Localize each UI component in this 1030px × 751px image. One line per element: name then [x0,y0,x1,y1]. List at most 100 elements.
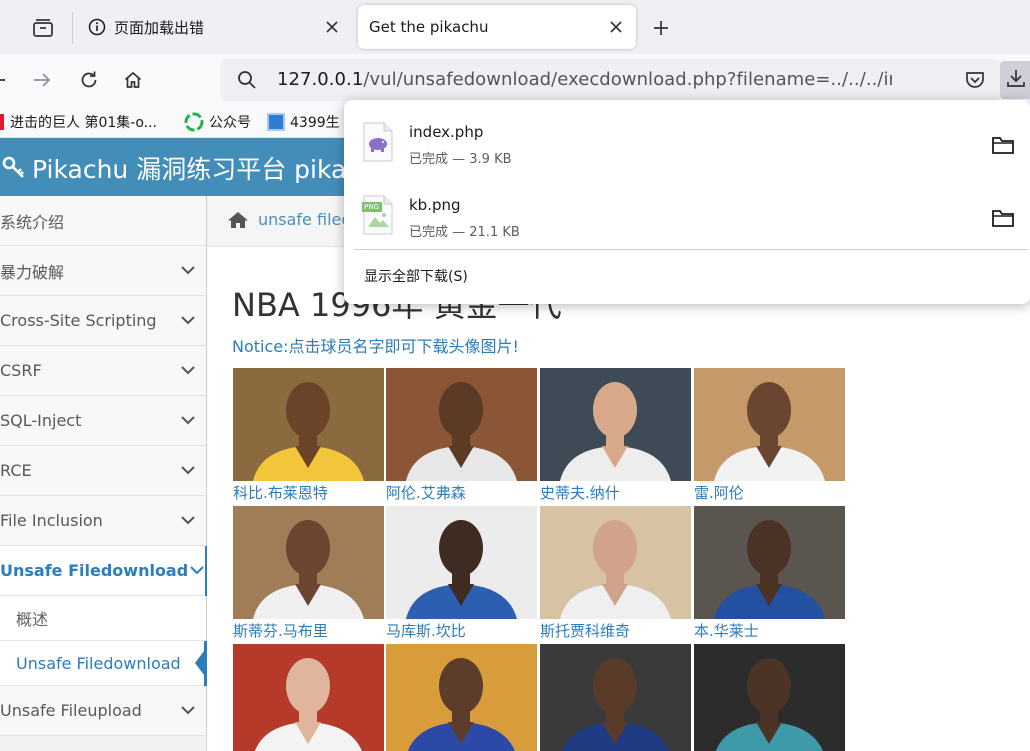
player-card: 阿伦.艾弗森 [386,368,538,503]
home-icon[interactable] [227,211,249,229]
folder-icon[interactable] [991,207,1015,229]
downloads-panel: index.php 已完成 — 3.9 KB PNG kb.png 已完成 — … [344,100,1030,304]
sidebar-item-label: Cross-Site Scripting [0,311,157,330]
download-status: 已完成 — 3.9 KB [409,152,512,167]
new-tab-plus-icon[interactable] [646,13,676,43]
download-arrow-icon [1006,68,1026,92]
sidebar-item-unsafe-filedownload[interactable]: Unsafe Filedownload [0,546,207,596]
download-status: 已完成 — 21.1 KB [409,225,520,240]
player-name-link[interactable]: 科比.布莱恩特 [233,484,385,503]
chevron-down-icon [170,316,206,325]
chevron-down-icon [170,366,206,375]
key-icon [2,156,26,180]
back-arrow-icon[interactable] [0,64,20,96]
download-item[interactable]: PNG kb.png 已完成 — 21.1 KB [344,177,1030,247]
close-tab-icon[interactable] [320,15,344,39]
chevron-down-icon [170,516,206,525]
player-card: 科比.布莱恩特 [233,368,385,503]
sidebar-item-unsafe-fileupload[interactable]: Unsafe Fileupload [0,686,206,736]
download-item[interactable]: index.php 已完成 — 3.9 KB [344,104,1030,174]
sidebar-subitem-overview[interactable]: 概述 [0,596,206,641]
tab-title: Get the pikachu [369,18,489,36]
player-photo [694,506,845,619]
url-host: 127.0.0.1 [277,69,364,90]
tab-separator [72,12,73,44]
player-photo [386,644,537,751]
sidebar-item-label: SQL-Inject [0,411,82,430]
sidebar-item-csrf[interactable]: CSRF [0,346,206,396]
player-card: 本.华莱士 [694,506,846,641]
bookmark-label: 进击的巨人 第01集-o... [10,115,157,131]
url-path: /vul/unsafedownload/execdownload.php?fil… [363,69,892,90]
folder-icon[interactable] [991,134,1015,156]
tab-strip: 页面加载出错 Get the pikachu [0,0,1030,54]
player-card [233,644,385,751]
sidebar-subitem-label: 概述 [16,610,49,629]
bookmark-item[interactable]: 4399生 [267,112,340,132]
chevron-down-icon [170,706,206,715]
pocket-icon[interactable] [965,71,985,93]
show-all-downloads-button[interactable]: 显示全部下载(S) [364,266,468,286]
tab-overview-icon[interactable] [20,10,66,46]
site-logo[interactable]: Pikachu 漏洞练习平台 pika~ [2,150,367,186]
player-card [540,644,692,751]
tab-error-page[interactable]: 页面加载出错 [76,5,352,49]
home-icon[interactable] [117,64,149,96]
player-photo [386,368,537,481]
bookmark-label: 公众号 [209,115,251,131]
sidebar-item-label: RCE [0,461,32,480]
tab-active[interactable]: Get the pikachu [358,5,636,49]
sidebar-item-brute-force[interactable]: 暴力破解 [0,246,206,296]
reload-icon[interactable] [73,64,105,96]
red-bar-icon [0,114,4,130]
notice-text: Notice:点击球员名字即可下载头像图片! [232,337,519,356]
bookmark-item[interactable]: 公众号 [184,112,251,132]
player-card: 马库斯.坎比 [386,506,538,641]
player-name-link[interactable]: 斯蒂芬.马布里 [233,622,385,641]
player-name-link[interactable]: 雷.阿伦 [694,484,846,503]
sidebar-item-label: 暴力破解 [0,262,65,282]
downloads-button[interactable] [1000,61,1030,99]
chevron-down-icon [170,416,206,425]
player-photo [233,644,384,751]
forward-arrow-icon[interactable] [26,64,58,96]
player-card: 斯蒂芬.马布里 [233,506,385,641]
url-text[interactable]: 127.0.0.1/vul/unsafedownload/execdownloa… [277,69,892,90]
chevron-down-icon [188,566,206,575]
chevron-down-icon [170,466,206,475]
player-photo [233,368,384,481]
player-card [694,644,846,751]
player-name-link[interactable]: 斯托贾科维奇 [540,622,692,641]
png-icon-text: PNG [364,203,379,211]
player-name-link[interactable]: 史蒂夫.纳什 [540,484,692,503]
sidebar-item-file-inclusion[interactable]: File Inclusion [0,496,206,546]
wechat-icon [184,112,204,132]
png-file-icon: PNG [362,195,394,235]
player-photo [386,506,537,619]
bookmark-label: 4399生 [290,115,340,131]
player-photo [540,506,691,619]
player-name-link[interactable]: 马库斯.坎比 [386,622,538,641]
4399-icon [267,113,285,131]
site-logo-text: Pikachu 漏洞练习平台 pika~ [32,155,368,184]
player-name-link[interactable]: 本.华莱士 [694,622,846,641]
sidebar-item-sql-inject[interactable]: SQL-Inject [0,396,206,446]
close-tab-icon[interactable] [604,15,628,39]
download-file-name: index.php [409,123,484,141]
sidebar-item-intro[interactable]: 系统介绍 [0,196,206,246]
search-icon [237,70,257,94]
sidebar-item-rce[interactable]: RCE [0,446,206,496]
player-card [386,644,538,751]
sidebar-item-xss[interactable]: Cross-Site Scripting [0,296,206,346]
player-photo [540,644,691,751]
sidebar-item-label: File Inclusion [0,511,103,530]
address-bar[interactable]: 127.0.0.1/vul/unsafedownload/execdownloa… [220,59,1000,101]
sidebar-item-label: Unsafe Fileupload [0,701,142,720]
player-name-link[interactable]: 阿伦.艾弗森 [386,484,538,503]
sidebar-item-label: CSRF [0,361,42,380]
bookmark-item[interactable]: 进击的巨人 第01集-o... [0,112,157,132]
player-photo [694,644,845,751]
chevron-down-icon [170,266,206,275]
player-photo [233,506,384,619]
sidebar-subitem-unsafe-filedownload[interactable]: Unsafe Filedownload [0,641,207,686]
